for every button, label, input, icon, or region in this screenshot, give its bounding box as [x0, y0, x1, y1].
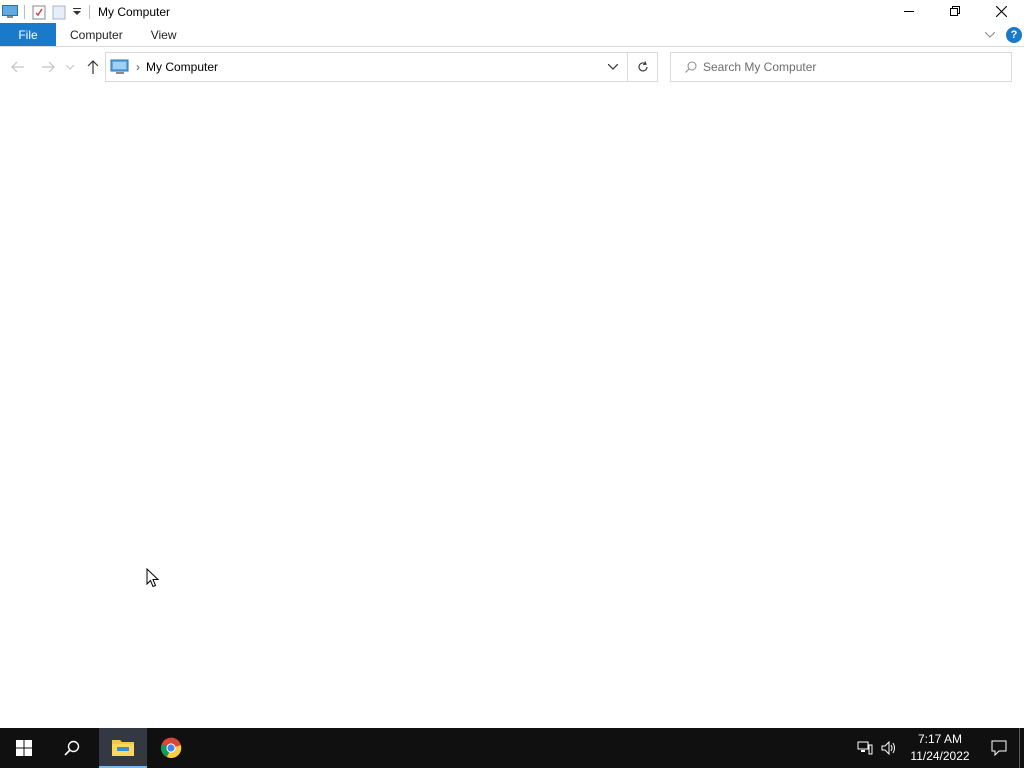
customize-qat-chevron-icon[interactable] [69, 1, 85, 23]
refresh-icon[interactable] [627, 53, 657, 81]
show-desktop-button[interactable] [1019, 728, 1024, 768]
quick-access-toolbar [0, 0, 94, 23]
taskbar-chrome[interactable] [147, 728, 195, 768]
taskbar: 7:17 AM 11/24/2022 [0, 728, 1024, 768]
mouse-cursor-icon [146, 567, 160, 591]
tab-computer[interactable]: Computer [56, 23, 137, 46]
tab-view[interactable]: View [137, 23, 191, 46]
breadcrumb-my-computer[interactable]: My Computer [146, 60, 218, 74]
up-button[interactable] [79, 52, 107, 82]
content-pane[interactable] [0, 86, 1024, 728]
expand-ribbon-chevron-icon[interactable] [980, 25, 1000, 45]
clock-time: 7:17 AM [917, 732, 963, 746]
restore-button[interactable] [932, 0, 978, 22]
search-icon [685, 61, 697, 73]
clock-date: 11/24/2022 [910, 749, 970, 763]
taskbar-file-explorer[interactable] [99, 728, 147, 768]
qat-divider [89, 4, 90, 19]
new-folder-icon[interactable] [49, 1, 69, 23]
title-bar: My Computer [0, 0, 1024, 23]
start-button[interactable] [0, 728, 48, 768]
computer-icon[interactable] [0, 1, 20, 23]
clock[interactable]: 7:17 AM 11/24/2022 [905, 731, 975, 765]
window-title: My Computer [98, 4, 171, 19]
ribbon-controls: ? [980, 23, 1022, 46]
search-button[interactable] [48, 728, 96, 768]
computer-icon [110, 59, 130, 75]
minimize-button[interactable] [886, 0, 932, 22]
qat-divider [24, 4, 25, 19]
back-button[interactable] [4, 52, 32, 82]
breadcrumb-separator[interactable]: › [136, 60, 140, 74]
forward-button[interactable] [34, 52, 62, 82]
tab-file[interactable]: File [0, 23, 56, 46]
search-input[interactable] [703, 60, 993, 74]
properties-icon[interactable] [29, 1, 49, 23]
navigation-bar: › My Computer [0, 48, 1024, 86]
system-tray: 7:17 AM 11/24/2022 [853, 728, 1024, 768]
search-box[interactable] [670, 52, 1012, 82]
address-bar[interactable]: › My Computer [105, 52, 658, 82]
ribbon-tabs: File Computer View ? [0, 23, 1024, 47]
notification-icon[interactable] [979, 728, 1019, 768]
recent-locations-chevron-icon[interactable] [62, 52, 78, 82]
window-controls [886, 0, 1024, 23]
help-icon[interactable]: ? [1006, 26, 1022, 43]
address-history-chevron-icon[interactable] [599, 53, 627, 81]
network-icon[interactable] [853, 728, 877, 768]
volume-icon[interactable] [877, 728, 901, 768]
close-button[interactable] [978, 0, 1024, 22]
